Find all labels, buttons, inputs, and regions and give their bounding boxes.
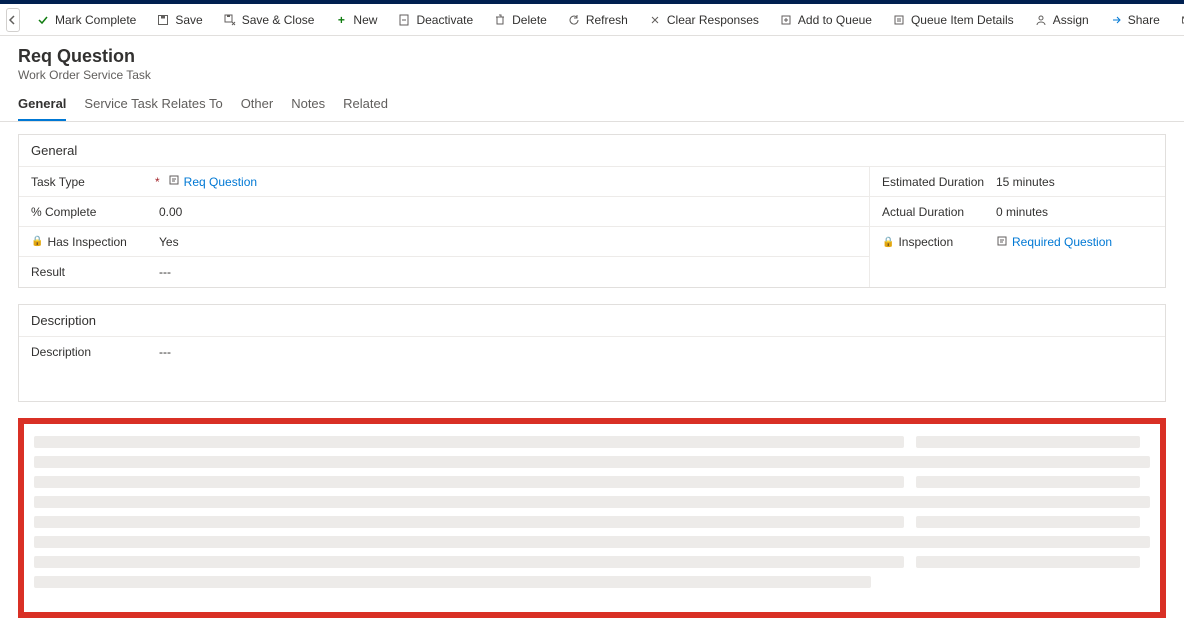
email-link-button[interactable]: Email a Link (1172, 9, 1184, 31)
share-button[interactable]: Share (1101, 9, 1168, 31)
estimated-duration-value: 15 minutes (988, 175, 1153, 189)
field-has-inspection-label: 🔒 Has Inspection (31, 235, 151, 249)
field-actual-duration-label: Actual Duration (882, 205, 988, 219)
check-icon (36, 13, 50, 27)
section-description-title: Description (19, 305, 1165, 337)
field-task-type-label: Task Type (31, 175, 151, 189)
field-task-type[interactable]: Task Type * Req Question (19, 167, 869, 197)
lookup-entity-icon (996, 235, 1008, 250)
trash-icon (493, 13, 507, 27)
save-button[interactable]: Save (148, 9, 210, 31)
tab-strip: General Service Task Relates To Other No… (0, 82, 1184, 122)
clear-icon (648, 13, 662, 27)
assign-icon (1034, 13, 1048, 27)
tab-other[interactable]: Other (241, 96, 274, 121)
tab-service-task-relates-to[interactable]: Service Task Relates To (84, 96, 222, 121)
field-percent-complete-label: % Complete (31, 205, 151, 219)
new-label: New (353, 13, 377, 27)
email-icon (1180, 13, 1184, 27)
save-close-label: Save & Close (242, 13, 315, 27)
section-general-title: General (19, 135, 1165, 167)
share-label: Share (1128, 13, 1160, 27)
share-icon (1109, 13, 1123, 27)
refresh-label: Refresh (586, 13, 628, 27)
field-description[interactable]: Description --- (19, 337, 1165, 367)
deactivate-icon (397, 13, 411, 27)
loading-skeleton-section (18, 418, 1166, 618)
field-result-label: Result (31, 265, 151, 279)
form-body: General Task Type * Req Question (0, 122, 1184, 402)
add-to-queue-button[interactable]: Add to Queue (771, 9, 880, 31)
field-estimated-duration[interactable]: Estimated Duration 15 minutes (870, 167, 1165, 197)
delete-label: Delete (512, 13, 547, 27)
tab-related[interactable]: Related (343, 96, 388, 121)
tab-notes[interactable]: Notes (291, 96, 325, 121)
plus-icon: + (334, 13, 348, 27)
add-to-queue-label: Add to Queue (798, 13, 872, 27)
command-bar: Mark Complete Save Save & Close + New De… (0, 4, 1184, 36)
has-inspection-value: Yes (151, 235, 857, 249)
field-percent-complete[interactable]: % Complete 0.00 (19, 197, 869, 227)
record-entity-name: Work Order Service Task (18, 68, 1166, 82)
section-description: Description Description --- (18, 304, 1166, 402)
clear-responses-label: Clear Responses (667, 13, 759, 27)
inspection-lookup-value[interactable]: Required Question (996, 235, 1112, 250)
field-result[interactable]: Result --- (19, 257, 869, 287)
actual-duration-value: 0 minutes (988, 205, 1153, 219)
field-actual-duration[interactable]: Actual Duration 0 minutes (870, 197, 1165, 227)
tab-general[interactable]: General (18, 96, 66, 121)
inspection-value-text: Required Question (1012, 235, 1112, 249)
percent-complete-value: 0.00 (151, 205, 857, 219)
mark-complete-label: Mark Complete (55, 13, 136, 27)
back-button[interactable] (6, 8, 20, 32)
save-close-icon (223, 13, 237, 27)
record-title: Req Question (18, 46, 1166, 67)
field-estimated-duration-label: Estimated Duration (882, 175, 988, 189)
result-value: --- (151, 265, 857, 279)
queue-item-details-label: Queue Item Details (911, 13, 1014, 27)
deactivate-label: Deactivate (416, 13, 473, 27)
field-description-label: Description (31, 345, 151, 359)
lock-icon: 🔒 (31, 236, 43, 247)
deactivate-button[interactable]: Deactivate (389, 9, 481, 31)
mark-complete-button[interactable]: Mark Complete (28, 9, 144, 31)
task-type-value-text: Req Question (184, 175, 257, 189)
section-general: General Task Type * Req Question (18, 134, 1166, 288)
description-value: --- (151, 345, 1153, 359)
lookup-entity-icon (168, 174, 180, 189)
lock-icon: 🔒 (882, 237, 894, 248)
assign-button[interactable]: Assign (1026, 9, 1097, 31)
queue-details-icon (892, 13, 906, 27)
queue-item-details-button[interactable]: Queue Item Details (884, 9, 1022, 31)
section-general-right-column: Estimated Duration 15 minutes Actual Dur… (869, 167, 1165, 287)
refresh-button[interactable]: Refresh (559, 9, 636, 31)
field-inspection-label: 🔒 Inspection (882, 235, 988, 249)
back-arrow-icon (7, 14, 19, 26)
record-header: Req Question Work Order Service Task (0, 36, 1184, 82)
new-button[interactable]: + New (326, 9, 385, 31)
delete-button[interactable]: Delete (485, 9, 555, 31)
save-close-button[interactable]: Save & Close (215, 9, 323, 31)
save-label: Save (175, 13, 202, 27)
clear-responses-button[interactable]: Clear Responses (640, 9, 767, 31)
save-icon (156, 13, 170, 27)
skeleton-lines (34, 436, 1150, 588)
assign-label: Assign (1053, 13, 1089, 27)
field-has-inspection: 🔒 Has Inspection Yes (19, 227, 869, 257)
queue-add-icon (779, 13, 793, 27)
task-type-lookup-value[interactable]: Req Question (168, 174, 257, 189)
section-general-left-column: Task Type * Req Question % Complete (19, 167, 869, 287)
refresh-icon (567, 13, 581, 27)
field-inspection: 🔒 Inspection Required Question (870, 227, 1165, 257)
